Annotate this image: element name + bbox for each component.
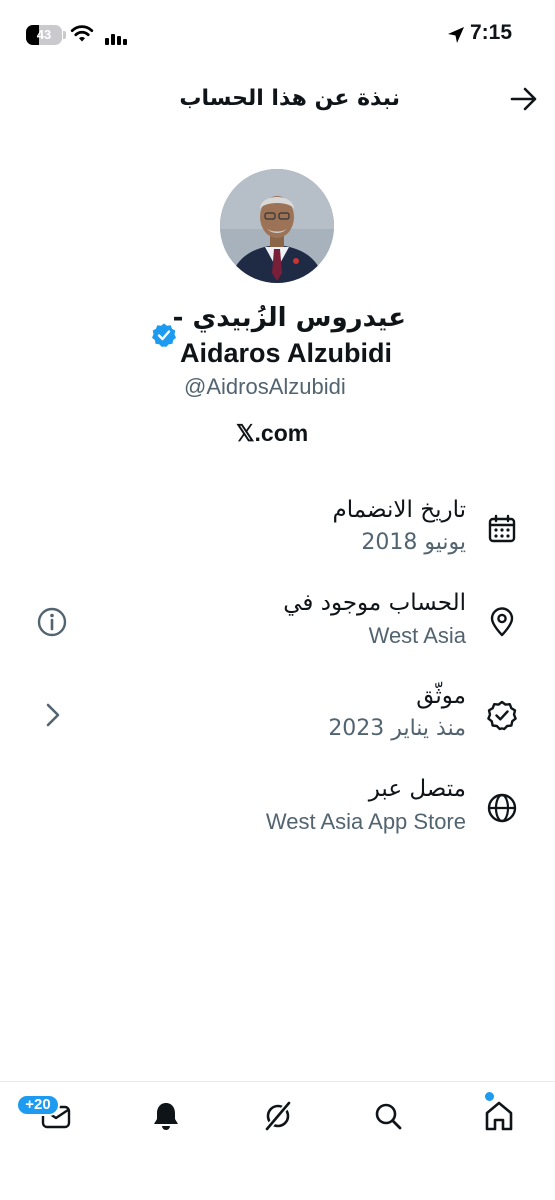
calendar-icon <box>488 514 516 543</box>
display-name-english: Aidaros Alzubidi <box>180 338 393 368</box>
location-pin-icon <box>490 607 514 637</box>
cellular-signal-icon <box>105 34 127 45</box>
info-icon[interactable] <box>36 606 68 638</box>
row-value: منذ يناير 2023 <box>328 716 466 741</box>
avatar[interactable] <box>220 169 334 283</box>
search-icon <box>375 1103 402 1130</box>
username-handle: @AidrosAlzubidi <box>184 374 346 399</box>
home-new-indicator <box>485 1092 494 1101</box>
row-value: West Asia <box>368 623 466 648</box>
info-row-account-location: الحساب موجود في West Asia <box>0 580 555 668</box>
grok-icon <box>264 1101 292 1131</box>
row-value: يونيو 2018 <box>361 530 466 555</box>
info-row-join-date: تاريخ الانضمام يونيو 2018 <box>0 487 555 575</box>
globe-icon <box>487 793 517 823</box>
home-icon <box>485 1101 513 1131</box>
location-arrow-icon <box>448 27 464 43</box>
verified-badge-icon[interactable] <box>151 322 177 348</box>
bottom-tab-bar <box>0 1081 555 1200</box>
row-title: موثّق <box>416 683 466 709</box>
tab-home[interactable] <box>479 1096 519 1136</box>
row-title: الحساب موجود في <box>283 590 466 616</box>
website-link[interactable]: 𝕏.com <box>236 416 308 450</box>
battery-cap <box>63 31 66 39</box>
wifi-icon <box>70 25 94 42</box>
status-bar: 43 7:15 <box>0 0 555 70</box>
chevron-right-icon[interactable] <box>36 699 68 731</box>
back-arrow-icon[interactable] <box>508 85 540 113</box>
tab-search[interactable] <box>368 1096 408 1136</box>
battery-level-text: 43 <box>36 27 52 42</box>
notifications-bell-icon <box>154 1103 178 1130</box>
messages-count-badge: +20 <box>16 1094 60 1116</box>
info-row-connected-via: متصل عبر West Asia App Store <box>0 766 555 854</box>
row-title: متصل عبر <box>368 776 466 802</box>
tab-notifications[interactable] <box>146 1096 186 1136</box>
info-row-verified[interactable]: موثّق منذ يناير 2023 <box>0 673 555 761</box>
battery-icon: 43 <box>26 25 62 45</box>
profile-photo <box>220 169 334 283</box>
verified-badge-outline-icon <box>487 700 517 731</box>
row-value: West Asia App Store <box>265 809 466 834</box>
clock-time: 7:15 <box>470 21 513 44</box>
page-title: نبذة عن هذا الحساب <box>179 86 400 111</box>
row-title: تاريخ الانضمام <box>332 497 466 523</box>
tab-grok[interactable] <box>258 1096 298 1136</box>
